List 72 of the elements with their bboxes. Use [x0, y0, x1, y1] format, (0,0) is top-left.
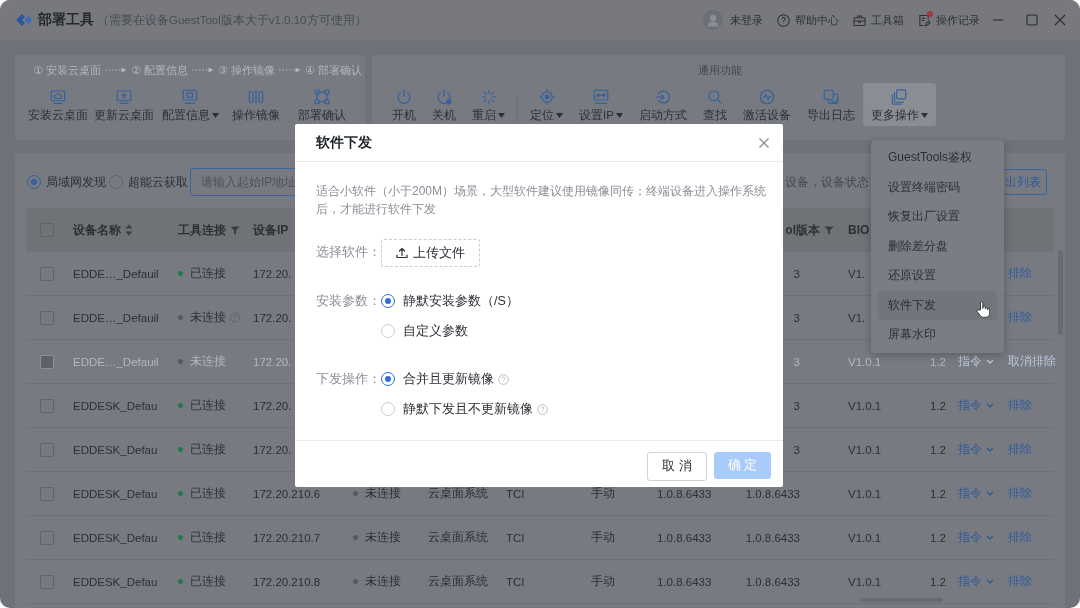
- column-header: 工具连接: [178, 221, 226, 239]
- table-cell: V1.: [848, 311, 866, 324]
- table-cell: 1.0.8.6433: [657, 487, 712, 500]
- table-cell: 1.0.8.6433: [745, 531, 800, 544]
- table-cell: 1.2: [930, 575, 946, 588]
- field-label: 下发操作：: [316, 371, 381, 388]
- table-cell: 172.20.: [253, 443, 292, 456]
- table-cell: V1.0.1: [848, 443, 882, 456]
- table-cell: 1.2: [930, 531, 946, 544]
- table-cell: 云桌面系统: [428, 574, 488, 589]
- table-cell: V1.: [848, 267, 866, 280]
- table-cell: EDDE…_Defauil: [73, 267, 159, 280]
- table-cell: V1.0.1: [848, 487, 882, 500]
- column-header: 设备名称: [73, 221, 121, 239]
- table-cell: TCI: [506, 487, 525, 500]
- table-cell: 云桌面系统: [428, 486, 488, 501]
- table-cell: EDDESK_Defau: [73, 399, 158, 412]
- status-text: 未连接: [365, 530, 401, 545]
- status-text: 未连接: [365, 486, 401, 501]
- table-cell: 3: [793, 311, 800, 324]
- status-text: 已连接: [190, 398, 226, 413]
- column-header: ol版本: [785, 221, 820, 239]
- status-text: 已连接: [190, 530, 226, 545]
- table-cell: 172.20.: [253, 267, 292, 280]
- table-cell: 172.20.: [253, 399, 292, 412]
- field-label: 安装参数：: [316, 293, 381, 310]
- table-cell: V1.0.1: [848, 575, 882, 588]
- status-text: 未连接: [365, 574, 401, 589]
- table-cell: 1.0.8.6433: [657, 575, 712, 588]
- table-cell: TCI: [506, 531, 525, 544]
- table-cell: 云桌面系统: [428, 530, 488, 545]
- app-title: 部署工具: [38, 11, 94, 29]
- table-cell: 3: [793, 443, 800, 456]
- table-cell: 1.0.8.6433: [745, 575, 800, 588]
- table-cell: 172.20.210.7: [253, 531, 321, 544]
- column-header: BIO: [848, 223, 870, 237]
- table-cell: V1.0.1: [848, 531, 882, 544]
- field-label: 选择软件：: [316, 244, 381, 261]
- table-cell: 手动: [591, 486, 615, 501]
- status-text: 已连接: [190, 486, 226, 501]
- table-cell: EDDESK_Defau: [73, 531, 158, 544]
- table-cell: 172.20.210.8: [253, 575, 321, 588]
- table-cell: 3: [793, 399, 800, 412]
- description-text: 适合小软件（小于200M）场景，大型软件建议使用镜像同传；终端设备进入操作系统后，才能进行软件下发: [316, 183, 768, 218]
- table-cell: EDDESK_Defau: [73, 575, 158, 588]
- status-text: 已连接: [190, 266, 226, 281]
- table-cell: 172.20.210.6: [253, 487, 321, 500]
- table-cell: 手动: [591, 530, 615, 545]
- table-cell: V1.0.1: [848, 355, 882, 368]
- table-cell: 1.0.8.6433: [657, 531, 712, 544]
- table-cell: 172.20.: [253, 311, 292, 324]
- table-cell: EDDE…_Defauil: [73, 311, 159, 324]
- status-text: 已连接: [190, 442, 226, 457]
- table-cell: 手动: [591, 574, 615, 589]
- status-text: 未连接: [190, 354, 226, 369]
- status-text: 未连接: [190, 310, 226, 325]
- table-cell: 172.20.: [253, 355, 292, 368]
- table-cell: 3: [793, 267, 800, 280]
- table-cell: TCI: [506, 575, 525, 588]
- table-cell: 1.0.8.6433: [745, 487, 800, 500]
- table-cell: 3: [793, 355, 800, 368]
- table-cell: 1.2: [930, 399, 946, 412]
- table-cell: EDDE…_Defauil: [73, 355, 159, 368]
- table-cell: EDDESK_Defau: [73, 487, 158, 500]
- status-text: 已连接: [190, 574, 226, 589]
- table-cell: 1.2: [930, 443, 946, 456]
- table-cell: EDDESK_Defau: [73, 443, 158, 456]
- table-cell: 1.2: [930, 487, 946, 500]
- dialog-title: 软件下发: [316, 133, 372, 152]
- table-cell: V1.0.1: [848, 399, 882, 412]
- table-cell: 1.2: [930, 355, 946, 368]
- column-header: 设备IP: [253, 221, 289, 239]
